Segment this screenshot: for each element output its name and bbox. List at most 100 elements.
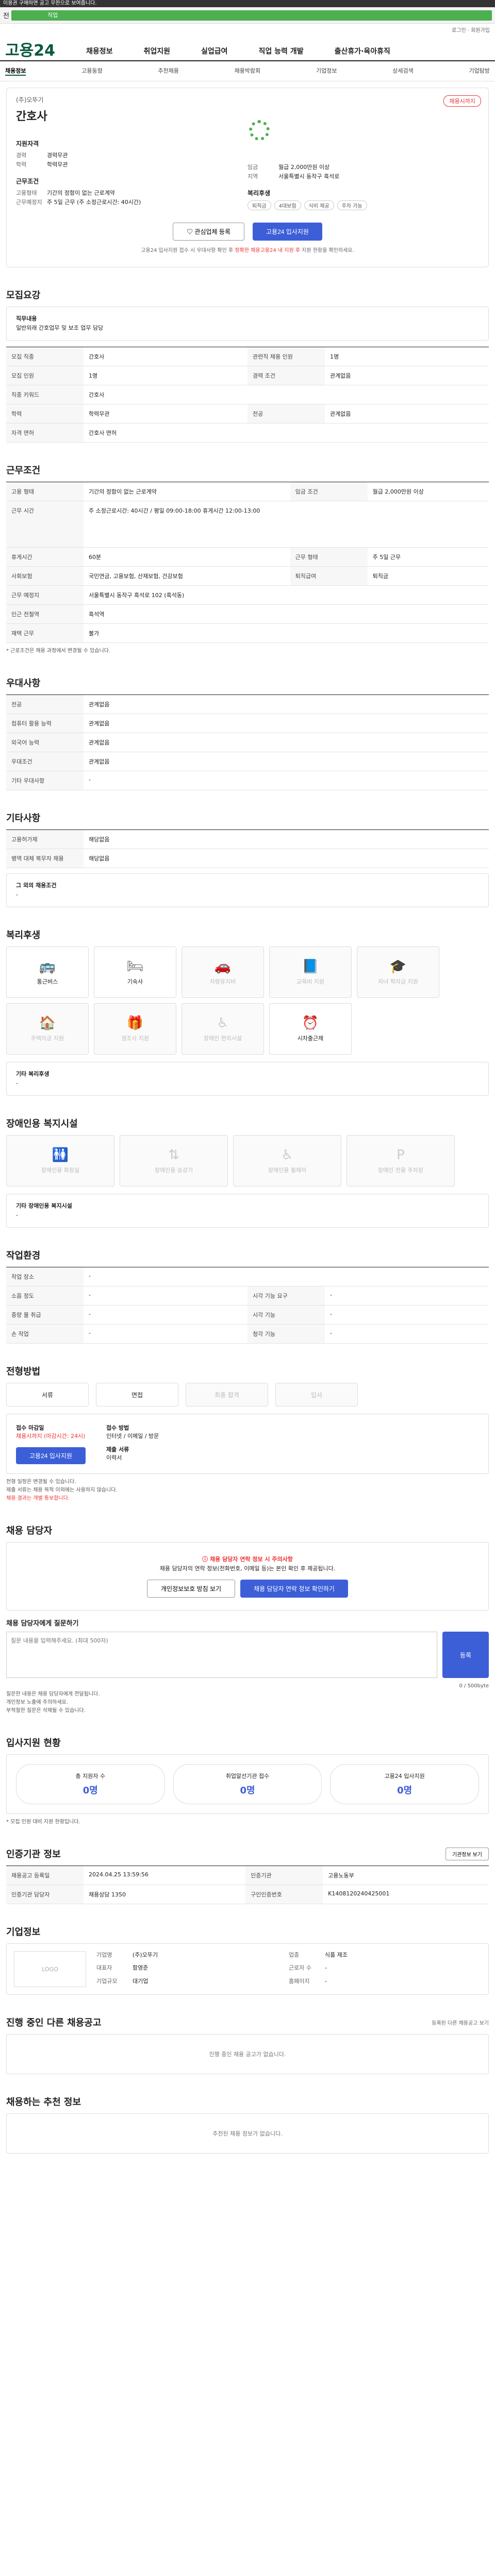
car-icon: 🚗 <box>214 959 232 974</box>
environment-table: 작업 장소 - 소음 정도 - 시각 기능 요구 - 중량 물 취급 - 시각 기능 - 손 … <box>6 1267 489 1344</box>
gnb-item-support[interactable]: 취업지원 <box>143 46 170 60</box>
td: - <box>325 1286 489 1306</box>
corp-key: 대표자 <box>96 1964 112 1972</box>
privacy-button[interactable]: 개인정보보호 방침 보기 <box>147 1580 236 1598</box>
th: 인근 전철역 <box>6 604 84 624</box>
heart-icon: ♡ <box>187 228 195 235</box>
qna-submit-button[interactable]: 등록 <box>442 1632 489 1678</box>
contact-box: ⓘ 채용 담당자 연락 정보 시 주의사항 채용 담당자의 연락 정보(전화번호… <box>6 1542 489 1611</box>
site-logo[interactable]: 고용24 <box>5 38 55 60</box>
td: - <box>325 1305 489 1325</box>
stat-label: 총 지원자 수 <box>75 1773 106 1780</box>
agency-info-button[interactable]: 기관정보 보기 <box>446 1847 489 1860</box>
subnav-item[interactable]: 추천채용 <box>158 66 178 76</box>
td: - <box>84 1267 489 1286</box>
td: 관계없음 <box>84 733 489 752</box>
subnav-item[interactable]: 채용정보 <box>5 66 26 76</box>
subnav-item[interactable]: 기업정보 <box>316 66 337 76</box>
apply-button[interactable]: 고용24 입사지원 <box>252 223 322 241</box>
kv-value: 경력무관 <box>47 152 68 159</box>
note-item: 부적절한 질문은 삭제될 수 있습니다. <box>6 1708 86 1714</box>
stat-value: 0명 <box>240 1785 255 1796</box>
elevator-icon: ⇅ <box>168 1147 179 1163</box>
td: 월급 2,000만원 이상 <box>367 482 489 501</box>
subnav-item[interactable]: 상세검색 <box>392 66 413 76</box>
facility-card: P 장애인 전용 주차장 <box>346 1135 455 1187</box>
other-cond-box: 그 외의 채용조건 - <box>6 873 489 907</box>
th: 고용허가제 <box>6 829 84 849</box>
deadline-badge: 채용시까지 <box>443 95 481 107</box>
search-input[interactable]: 직업 <box>11 10 492 21</box>
td: 채용상담 1350 <box>84 1885 246 1904</box>
company-name[interactable]: (주)오뚜기 <box>16 95 479 104</box>
step-item: 최종 합격 <box>186 1383 268 1406</box>
welfare-chip: 식비 제공 <box>304 200 334 210</box>
subnav-item[interactable]: 채용박람회 <box>235 66 261 76</box>
qna-input[interactable] <box>6 1632 437 1678</box>
school-icon: 🎓 <box>389 959 407 974</box>
welfare-title: 복리후생 <box>248 190 271 197</box>
kv-key: 근무예정지 <box>16 199 42 206</box>
subnav-item[interactable]: 기업탐방 <box>469 66 489 76</box>
th: 컴퓨터 활용 능력 <box>6 714 84 733</box>
job-summary-card: (주)오뚜기 간호사 채용시까지 지원자격 경력 경력무관 학력 학력무관 근무조건… <box>6 88 489 267</box>
td: 주 5일 근무 <box>367 547 489 567</box>
welfare-card: 🎁 경조사 지원 <box>94 1003 176 1055</box>
th: 우대조건 <box>6 752 84 771</box>
note-item: 전형 일정은 변경될 수 있습니다. <box>6 1479 76 1485</box>
corp-val: (주)오뚜기 <box>133 1952 158 1958</box>
gnb-item-jobs[interactable]: 채용정보 <box>86 46 113 60</box>
interest-button[interactable]: ♡ 관심업체 등록 <box>173 223 244 241</box>
stats-note: * 모집 인원 대비 지원 현황입니다. <box>6 1819 80 1825</box>
contact-reveal-button[interactable]: 채용 담당자 연락 정보 확인하기 <box>240 1580 348 1598</box>
corp-key: 업종 <box>289 1952 300 1958</box>
td: 해당없음 <box>84 829 489 849</box>
corp-key: 홈페이지 <box>289 1977 310 1985</box>
period-value: 채용시까지 (마감시간: 24시) <box>16 1433 86 1439</box>
kv-key: 임금 <box>248 164 258 171</box>
method-label: 접수 방법 <box>106 1425 129 1431</box>
kv-value: 학력무관 <box>47 161 68 168</box>
corp-val: - <box>325 1964 327 1972</box>
gnb-item-training[interactable]: 직업 능력 개발 <box>259 46 304 60</box>
stat-item: 취업알선기관 접수 0명 <box>173 1764 322 1804</box>
td: - <box>325 1324 489 1344</box>
welfare-card: 🚌 통근버스 <box>6 946 89 998</box>
welfare-chip: 퇴직금 <box>248 200 271 210</box>
th: 근무 시간 <box>6 501 84 548</box>
kv-key: 학력 <box>16 161 27 168</box>
td: 기간의 정함이 없는 근로계약 <box>84 482 290 501</box>
gnb-item-leave[interactable]: 출산휴가·육아휴직 <box>335 46 390 60</box>
stat-item: 고용24 입사지원 0명 <box>330 1764 480 1804</box>
sub-nav: 채용정보 고용동향 추천채용 채용박람회 기업정보 상세검색 기업탐방 <box>0 61 495 81</box>
qna-title: 채용 담당자에게 질문하기 <box>6 1620 79 1628</box>
th: 퇴직급여 <box>290 566 368 586</box>
loading-spinner-icon <box>249 120 270 141</box>
gnb-item-benefit[interactable]: 실업급여 <box>201 46 228 60</box>
top-notice: 이용권 구매하면 공고 무한으로 보여줍니다. <box>0 0 495 7</box>
login-link[interactable]: 로그인 · 회원가입 <box>0 24 495 36</box>
corp-val: - <box>325 1977 327 1985</box>
apply-note: 고용24 입사지원 접수 시 우대사항 확인 후 정확한 채용고용24 내 지원… <box>16 246 479 253</box>
stat-value: 0명 <box>82 1785 98 1796</box>
section-title: 채용 담당자 <box>6 1526 53 1536</box>
house-icon: 🏠 <box>39 1015 56 1031</box>
kv-value: 기간의 정함이 없는 근로계약 <box>47 190 115 196</box>
duty-title: 직무내용 <box>16 315 37 322</box>
th: 임금 조건 <box>290 482 368 501</box>
th: 휴게시간 <box>6 547 84 567</box>
recruit-title: 지원자격 <box>16 140 39 147</box>
bus-icon: 🚌 <box>39 959 56 974</box>
apply-button-2[interactable]: 고용24 입사지원 <box>16 1447 86 1464</box>
other-jobs-link[interactable]: 등록된 다른 채용공고 보기 <box>432 2019 489 2026</box>
welfare-grid: 🚌 통근버스 🛏 기숙사 🚗 차량유지비 📘 교육비 지원 🎓 자녀 학자금 지원 🏠 주택… <box>6 946 489 1055</box>
td: 학력무관 <box>84 404 248 423</box>
subnav-item[interactable]: 고용동향 <box>81 66 102 76</box>
facility-label: 장애인용 승강기 <box>154 1167 193 1174</box>
other-cond-title: 그 외의 채용조건 <box>16 882 57 889</box>
th: 학력 <box>6 404 84 423</box>
td: 관계없음 <box>325 366 489 385</box>
th: 채용공고 등록일 <box>6 1866 84 1885</box>
corp-key: 근로자 수 <box>289 1964 311 1972</box>
welfare-label: 기숙사 <box>127 978 143 985</box>
